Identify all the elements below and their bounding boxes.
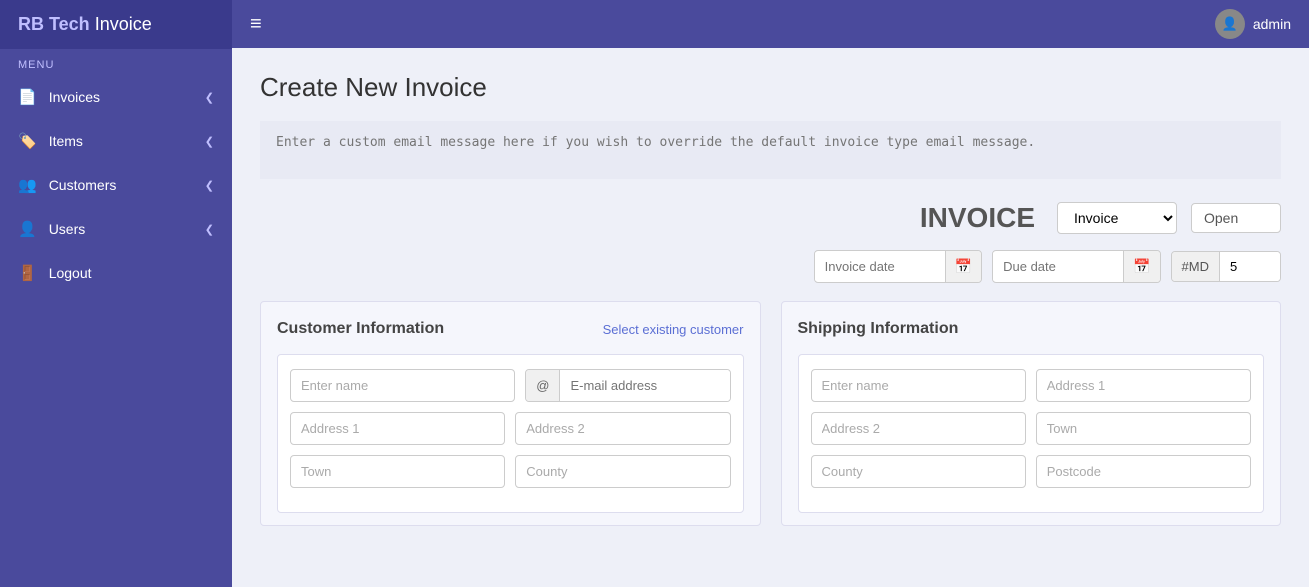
md-number-wrap: #MD <box>1171 251 1281 282</box>
shipping-address2-town-row <box>811 412 1252 445</box>
customer-email-input[interactable] <box>560 370 730 401</box>
invoice-date-icon[interactable]: 📅 <box>945 251 981 282</box>
md-number-input[interactable] <box>1220 252 1280 281</box>
sidebar-item-label-users: Users <box>49 221 86 237</box>
customer-town-county-row <box>290 455 731 488</box>
customers-icon: 👥 <box>18 176 37 194</box>
avatar: 👤 <box>1215 9 1245 39</box>
date-row: 📅 📅 #MD <box>260 250 1281 283</box>
customer-county-input[interactable] <box>515 455 730 488</box>
email-message-input[interactable] <box>260 121 1281 179</box>
customer-address2-input[interactable] <box>515 412 730 445</box>
invoice-type-select[interactable]: Invoice Quote Credit Note <box>1057 202 1177 234</box>
md-label: #MD <box>1172 252 1220 281</box>
invoice-header-row: INVOICE Invoice Quote Credit Note Open <box>260 202 1281 234</box>
sidebar-item-label-logout: Logout <box>49 265 92 281</box>
invoices-icon: 📄 <box>18 88 37 106</box>
chevron-icon-items: ❮ <box>205 135 214 148</box>
customer-address1-input[interactable] <box>290 412 505 445</box>
customer-email-wrap: @ <box>525 369 730 402</box>
sidebar: RB Tech Invoice MENU 📄 Invoices ❮ 🏷️ Ite… <box>0 0 232 587</box>
shipping-county-postcode-row <box>811 455 1252 488</box>
sidebar-item-customers[interactable]: 👥 Customers ❮ <box>0 163 232 207</box>
shipping-form <box>798 354 1265 513</box>
customer-panel: Customer Information Select existing cus… <box>260 301 761 526</box>
customer-town-input[interactable] <box>290 455 505 488</box>
shipping-panel-header: Shipping Information <box>798 320 1265 338</box>
sidebar-item-label-items: Items <box>49 133 83 149</box>
page-title: Create New Invoice <box>260 72 1281 103</box>
sidebar-item-label-invoices: Invoices <box>49 89 100 105</box>
logout-icon: 🚪 <box>18 264 37 282</box>
customer-address1-row <box>290 412 731 445</box>
sidebar-item-invoices[interactable]: 📄 Invoices ❮ <box>0 75 232 119</box>
menu-label: MENU <box>0 49 232 75</box>
shipping-town-input[interactable] <box>1036 412 1251 445</box>
invoice-date-wrap: 📅 <box>814 250 982 283</box>
due-date-wrap: 📅 <box>992 250 1160 283</box>
chevron-icon-invoices: ❮ <box>205 91 214 104</box>
invoice-status: Open <box>1191 203 1281 233</box>
shipping-address2-input[interactable] <box>811 412 1026 445</box>
customer-name-input[interactable] <box>290 369 515 402</box>
customer-form: @ <box>277 354 744 513</box>
items-icon: 🏷️ <box>18 132 37 150</box>
shipping-address1-input[interactable] <box>1036 369 1251 402</box>
invoice-title: INVOICE <box>920 202 1035 234</box>
sidebar-brand: RB Tech Invoice <box>0 0 232 49</box>
due-date-icon[interactable]: 📅 <box>1123 251 1159 282</box>
users-icon: 👤 <box>18 220 37 238</box>
hamburger-button[interactable]: ≡ <box>250 13 262 36</box>
main-area: ≡ 👤 admin Create New Invoice INVOICE Inv… <box>232 0 1309 587</box>
sidebar-item-items[interactable]: 🏷️ Items ❮ <box>0 119 232 163</box>
shipping-panel: Shipping Information <box>781 301 1282 526</box>
brand-name2: Invoice <box>90 14 152 34</box>
customer-panel-title: Customer Information <box>277 320 444 338</box>
username: admin <box>1253 16 1291 32</box>
shipping-postcode-input[interactable] <box>1036 455 1251 488</box>
shipping-name-input[interactable] <box>811 369 1026 402</box>
chevron-icon-users: ❮ <box>205 223 214 236</box>
invoice-date-input[interactable] <box>815 252 945 281</box>
sidebar-item-label-customers: Customers <box>49 177 117 193</box>
shipping-panel-title: Shipping Information <box>798 320 959 338</box>
customer-name-row: @ <box>290 369 731 402</box>
customer-panel-header: Customer Information Select existing cus… <box>277 320 744 338</box>
panels-row: Customer Information Select existing cus… <box>260 301 1281 526</box>
sidebar-item-users[interactable]: 👤 Users ❮ <box>0 207 232 251</box>
select-existing-customer-link[interactable]: Select existing customer <box>603 322 744 337</box>
sidebar-item-logout[interactable]: 🚪 Logout <box>0 251 232 295</box>
shipping-county-input[interactable] <box>811 455 1026 488</box>
user-info: 👤 admin <box>1215 9 1291 39</box>
shipping-name-address1-row <box>811 369 1252 402</box>
at-symbol: @ <box>526 370 560 401</box>
due-date-input[interactable] <box>993 252 1123 281</box>
brand-name1: RB Tech <box>18 14 90 34</box>
chevron-icon-customers: ❮ <box>205 179 214 192</box>
content-area: Create New Invoice INVOICE Invoice Quote… <box>232 48 1309 587</box>
topbar: ≡ 👤 admin <box>232 0 1309 48</box>
